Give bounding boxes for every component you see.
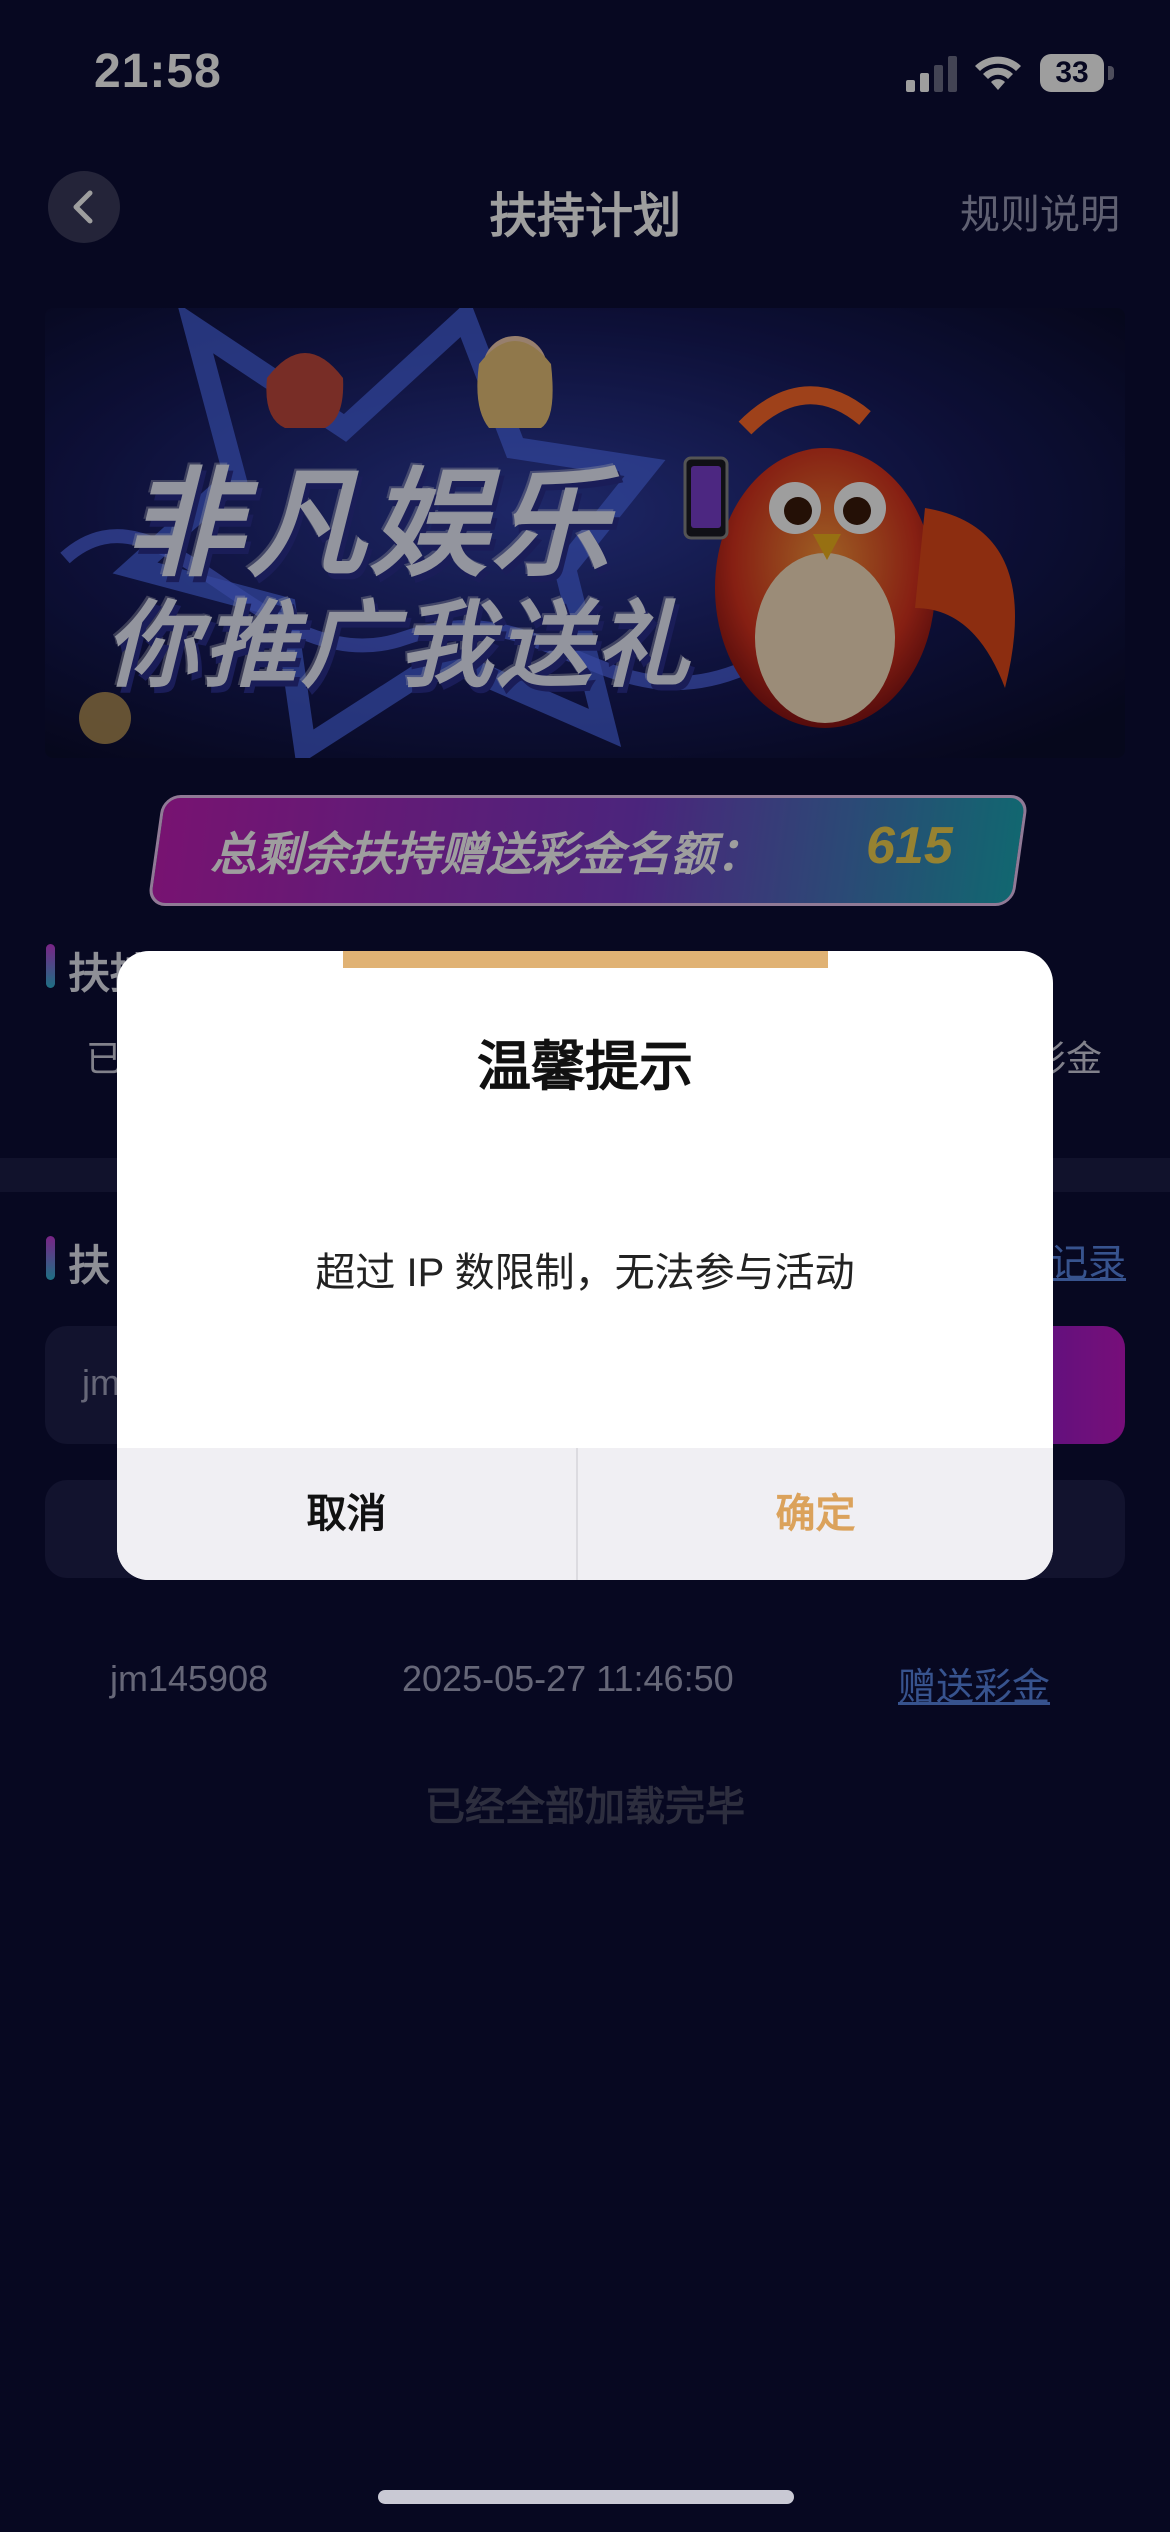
- dialog-ribbon: [343, 951, 828, 968]
- cancel-button[interactable]: 取消: [117, 1448, 576, 1580]
- home-indicator[interactable]: [378, 2490, 794, 2504]
- confirm-button[interactable]: 确定: [578, 1448, 1053, 1580]
- dialog-title: 温馨提示: [477, 1037, 693, 1097]
- dialog-message: 超过 IP 数限制，无法参与活动: [315, 1251, 855, 1295]
